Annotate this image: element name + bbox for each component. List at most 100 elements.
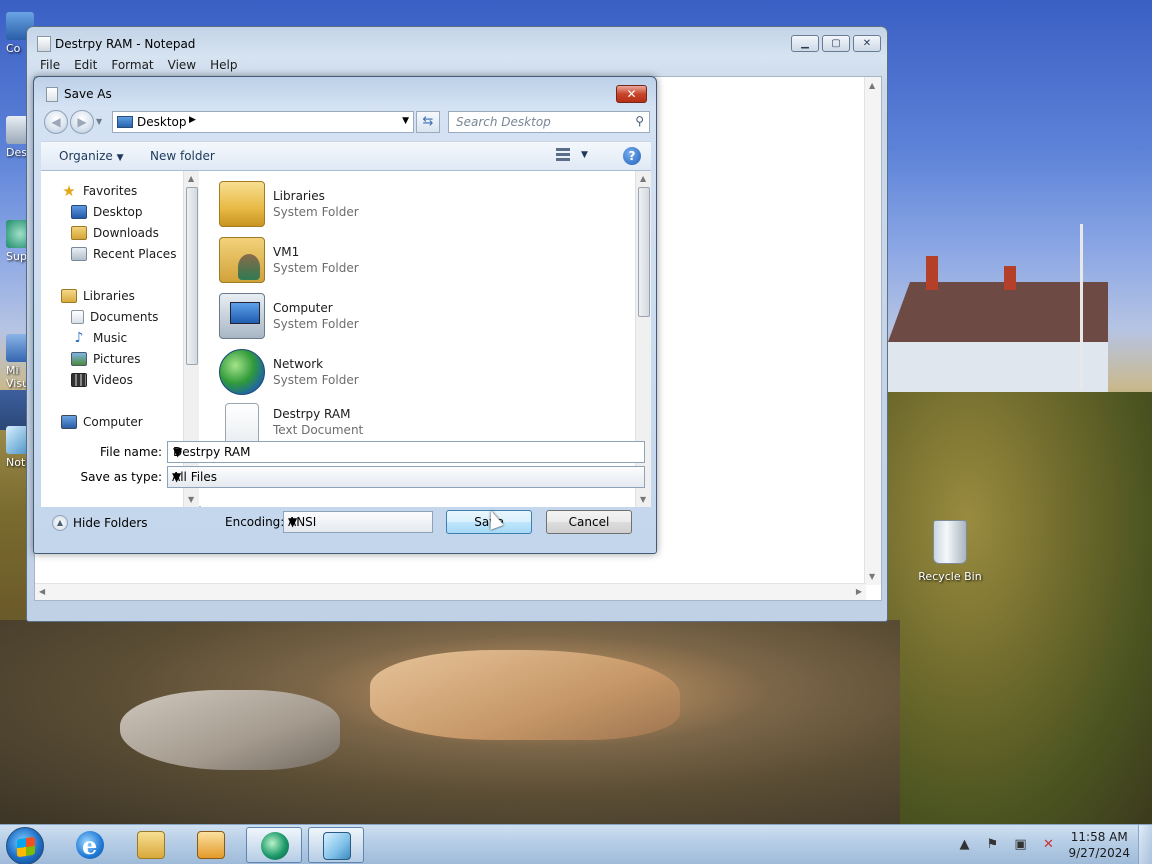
nav-item-music[interactable]: ♪ Music: [71, 328, 128, 348]
nav-item-desktop[interactable]: Desktop: [71, 202, 143, 222]
organize-button[interactable]: Organize ▼: [59, 149, 124, 163]
list-item[interactable]: VM1 System Folder: [219, 235, 619, 287]
dialog-toolbar: Organize ▼ New folder ▼ ?: [41, 141, 651, 171]
system-tray: ▲ ⚑ ▣ ✕ 11:58 AM 9/27/2024: [956, 825, 1130, 864]
nav-item-label: Pictures: [93, 352, 141, 366]
hide-folders-button[interactable]: ▲ Hide Folders: [52, 515, 148, 531]
scroll-down-icon[interactable]: ▼: [188, 495, 194, 504]
list-item[interactable]: Network System Folder: [219, 347, 619, 399]
breadcrumb-arrow-icon[interactable]: ▶: [189, 115, 196, 125]
volume-muted-icon[interactable]: ✕: [1040, 837, 1056, 853]
libraries-icon: [61, 289, 77, 303]
nav-item-recent-places[interactable]: Recent Places: [71, 244, 176, 264]
refresh-button[interactable]: ⇆: [416, 111, 440, 133]
organize-label: Organize: [59, 149, 113, 163]
help-icon[interactable]: ?: [623, 147, 641, 165]
nav-libraries[interactable]: Libraries: [61, 286, 135, 306]
encoding-label: Encoding:: [225, 515, 285, 529]
menu-bar: File Edit Format View Help: [33, 55, 244, 75]
nav-item-label: Downloads: [93, 226, 159, 240]
taskbar-media-player[interactable]: [183, 827, 239, 863]
menu-view[interactable]: View: [161, 55, 203, 75]
clock[interactable]: 11:58 AM 9/27/2024: [1068, 829, 1130, 861]
nav-item-label: Desktop: [93, 205, 143, 219]
file-name: Libraries: [273, 189, 325, 203]
media-player-icon: [197, 831, 225, 859]
address-bar[interactable]: Desktop ▶ ▼: [112, 111, 414, 133]
file-type: Text Document: [273, 423, 364, 437]
taskbar-notepad[interactable]: [308, 827, 364, 863]
flag-pole: [1080, 224, 1083, 390]
action-center-flag-icon[interactable]: ⚑: [984, 837, 1000, 853]
search-input[interactable]: Search Desktop ⚲: [448, 111, 650, 133]
taskbar-app-running[interactable]: [246, 827, 302, 863]
save-as-type-label: Save as type:: [80, 470, 162, 484]
chevron-down-icon: ▼: [288, 515, 298, 529]
show-desktop-button[interactable]: [1138, 825, 1152, 864]
desktop-icon-recycle-bin[interactable]: Recycle Bin: [915, 520, 985, 583]
dialog-icon: [46, 87, 58, 102]
scroll-down-icon[interactable]: ▼: [640, 495, 646, 504]
taskbar: ▲ ⚑ ▣ ✕ 11:58 AM 9/27/2024: [0, 824, 1152, 864]
recent-places-icon: [71, 247, 87, 261]
menu-help[interactable]: Help: [203, 55, 244, 75]
scroll-right-icon[interactable]: ▶: [856, 587, 862, 596]
change-view-icon[interactable]: [556, 148, 572, 164]
address-dropdown-icon[interactable]: ▼: [402, 116, 409, 126]
taskbar-internet-explorer[interactable]: [62, 827, 118, 863]
scroll-up-icon[interactable]: ▲: [188, 174, 194, 183]
list-item[interactable]: Computer System Folder: [219, 291, 619, 343]
downloads-icon: [71, 226, 87, 240]
search-icon: ⚲: [635, 114, 644, 128]
network-icon[interactable]: ▣: [1012, 837, 1028, 853]
nav-favorites[interactable]: ★ Favorites: [61, 181, 137, 201]
dialog-close-button[interactable]: ✕: [616, 85, 647, 103]
network-icon: [219, 349, 265, 395]
close-button[interactable]: ✕: [853, 35, 881, 52]
scroll-thumb[interactable]: [186, 187, 198, 365]
save-as-type-select[interactable]: All Files ▼: [167, 466, 645, 488]
folder-icon: [137, 831, 165, 859]
nav-item-documents[interactable]: Documents: [71, 307, 158, 327]
horizontal-scrollbar[interactable]: ◀ ▶: [35, 583, 866, 600]
dialog-title: Save As: [64, 87, 112, 101]
list-item[interactable]: Libraries System Folder: [219, 179, 619, 231]
nav-item-pictures[interactable]: Pictures: [71, 349, 141, 369]
scroll-thumb[interactable]: [638, 187, 650, 317]
scroll-left-icon[interactable]: ◀: [39, 587, 45, 596]
minimize-button[interactable]: ▁: [791, 35, 819, 52]
forward-button[interactable]: ▶: [70, 110, 94, 134]
taskbar-file-explorer[interactable]: [123, 827, 179, 863]
show-hidden-icons-icon[interactable]: ▲: [956, 837, 972, 853]
scroll-up-icon[interactable]: ▲: [640, 174, 646, 183]
maximize-button[interactable]: ▢: [822, 35, 850, 52]
menu-file[interactable]: File: [33, 55, 67, 75]
recent-locations-dropdown-icon[interactable]: ▼: [96, 117, 102, 126]
nav-item-videos[interactable]: Videos: [71, 370, 133, 390]
view-dropdown-icon[interactable]: ▼: [581, 150, 588, 160]
encoding-select[interactable]: ANSI ▼: [283, 511, 433, 533]
vertical-scrollbar[interactable]: ▲ ▼: [864, 77, 881, 585]
clock-time: 11:58 AM: [1070, 830, 1128, 844]
start-button[interactable]: [6, 827, 44, 864]
notepad-icon: [323, 832, 351, 860]
windows-logo-icon: [17, 836, 35, 858]
documents-icon: [71, 310, 84, 324]
nav-item-label: Recent Places: [93, 247, 177, 261]
recycle-bin-icon: [933, 520, 967, 564]
cancel-button[interactable]: Cancel: [546, 510, 632, 534]
scroll-down-icon[interactable]: ▼: [869, 572, 875, 581]
new-folder-button[interactable]: New folder: [150, 149, 215, 163]
menu-format[interactable]: Format: [104, 55, 160, 75]
file-name-field[interactable]: Destrpy RAM ▼: [167, 441, 645, 463]
back-button[interactable]: ◀: [44, 110, 68, 134]
file-type: System Folder: [273, 261, 359, 275]
address-text: Desktop: [137, 115, 187, 129]
scroll-up-icon[interactable]: ▲: [869, 81, 875, 90]
clock-date: 9/27/2024: [1068, 846, 1130, 860]
nav-computer[interactable]: Computer: [61, 412, 143, 432]
house: [888, 256, 1108, 392]
nav-item-downloads[interactable]: Downloads: [71, 223, 159, 243]
menu-edit[interactable]: Edit: [67, 55, 104, 75]
chevron-down-icon[interactable]: ▼: [173, 445, 640, 459]
